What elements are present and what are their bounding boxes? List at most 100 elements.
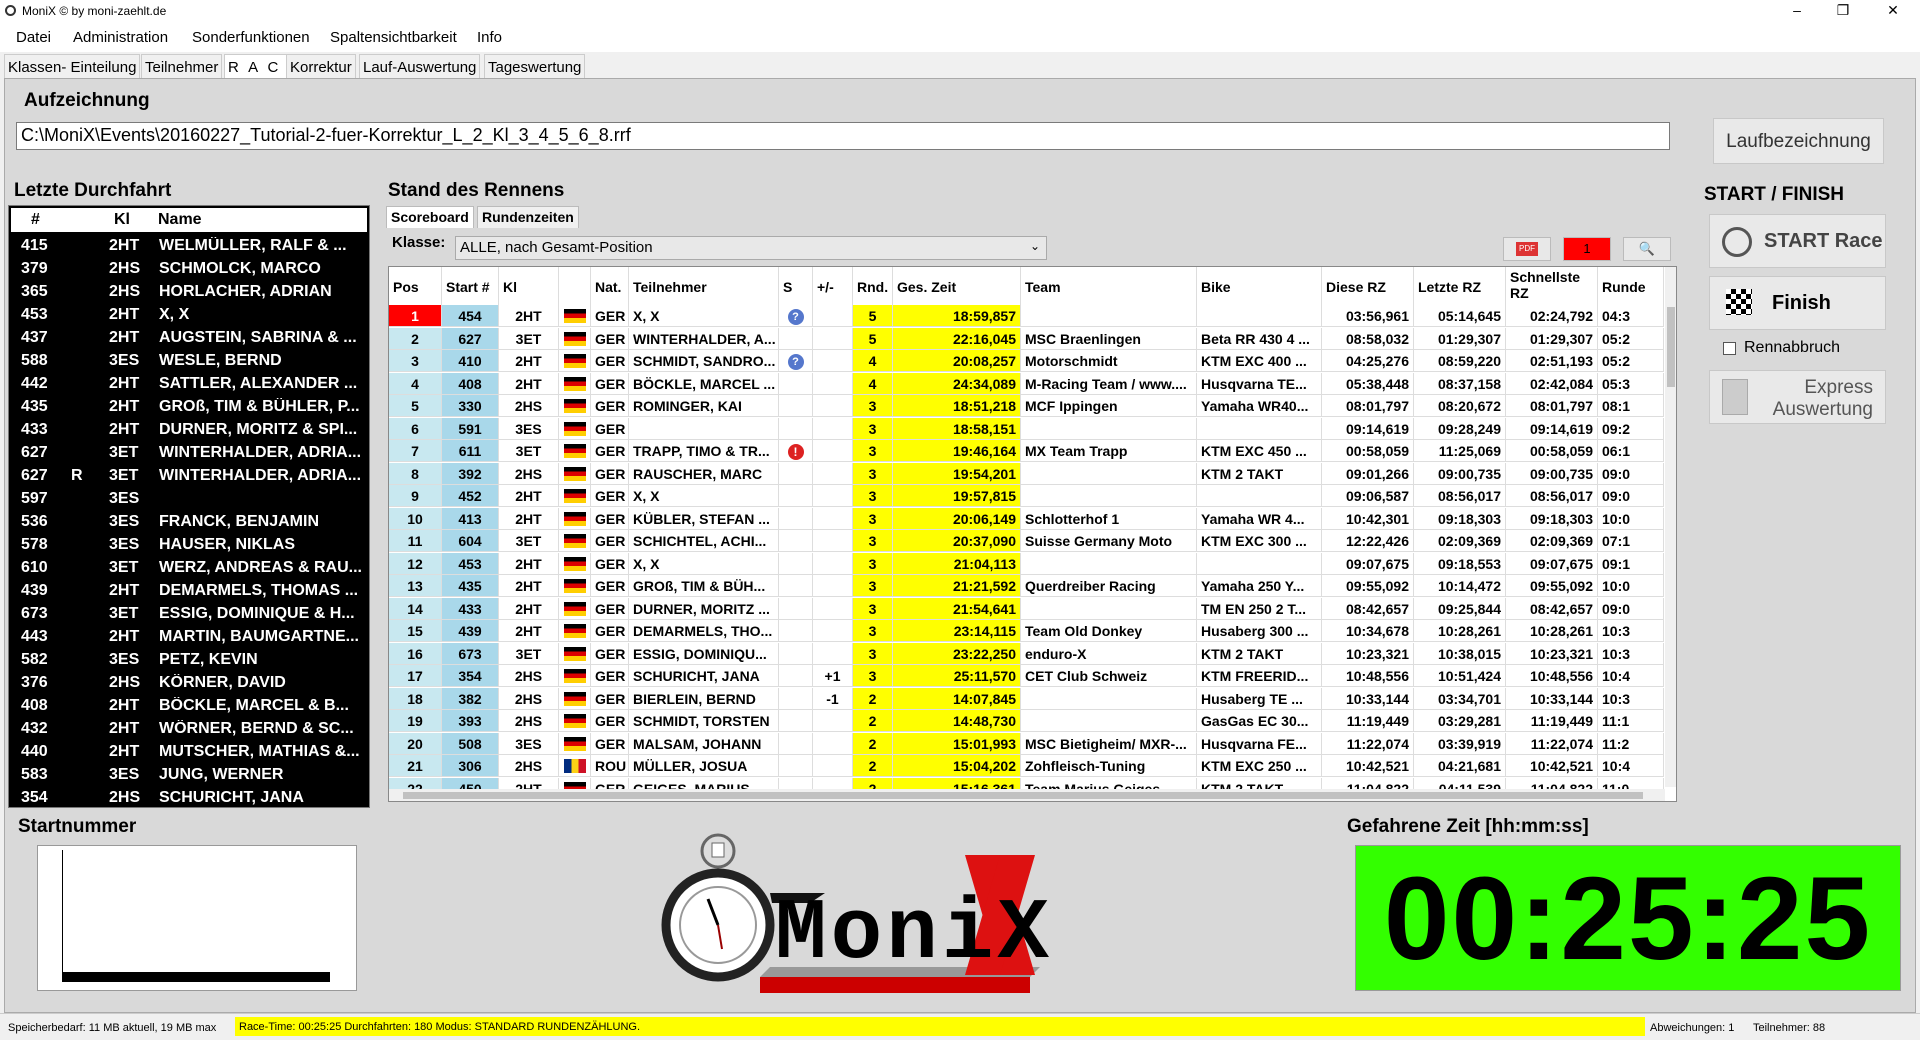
tab-tageswertung[interactable]: Tageswertung [484, 54, 586, 78]
tab-lauf-auswertung[interactable]: Lauf-Auswertung [359, 54, 481, 78]
last-passing-row[interactable]: 453 2HT X, X [9, 303, 369, 326]
last-passing-row[interactable]: 583 3ES JUNG, WERNER [9, 763, 369, 786]
menu-sonderfunktionen[interactable]: Sonderfunktionen [192, 29, 310, 46]
scoreboard-row[interactable]: 7 611 3ET GER TRAPP, TIMO & TR...! 3 19:46,164… [389, 440, 1664, 462]
scoreboard-table[interactable]: Pos Start # Kl Nat. Teilnehmer S +/- Rnd. Ges. Z… [388, 266, 1677, 802]
horizontal-scrollbar[interactable] [389, 789, 1665, 801]
rennabbruch-checkbox[interactable] [1723, 342, 1736, 355]
menu-info[interactable]: Info [477, 29, 502, 46]
header-bike[interactable]: Bike [1197, 267, 1322, 305]
header-gesamtzeit[interactable]: Ges. Zeit [893, 267, 1021, 305]
warning-icon[interactable]: ! [787, 444, 804, 461]
last-passing-row[interactable]: 588 3ES WESLE, BERND [9, 349, 369, 372]
scoreboard-row[interactable]: 8 392 2HS GER RAUSCHER, MARC 3 19:54,201 KTM 2 … [389, 462, 1664, 485]
scoreboard-row[interactable]: 6 591 3ES GER 3 18:58,151 09:14,619 09:28,249 09… [389, 417, 1664, 440]
header-runden[interactable]: Rnd. [853, 267, 893, 305]
laufbezeichnung-button[interactable]: Laufbezeichnung [1713, 118, 1884, 164]
last-passing-row[interactable]: 435 2HT GROß, TIM & BÜHLER, P... [9, 395, 369, 418]
last-passing-row[interactable]: 440 2HT MUTSCHER, MATHIAS &... [9, 740, 369, 763]
scoreboard-row[interactable]: 18 382 2HS GER BIERLEIN, BERND -1 2 14:07,845 Hu… [389, 687, 1664, 710]
scoreboard-row[interactable]: 15 439 2HT GER DEMARMELS, THO... 3 23:14,115 Te… [389, 620, 1664, 642]
last-passing-row[interactable]: 379 2HS SCHMOLCK, MARCO [9, 257, 369, 280]
cell-klasse: 3ET [499, 327, 559, 350]
last-passing-row[interactable]: 627 3ET WINTERHALDER, ADRIA... [9, 441, 369, 464]
last-passing-row[interactable]: 415 2HT WELMÜLLER, RALF & ... [9, 234, 369, 257]
scoreboard-row[interactable]: 9 452 2HT GER X, X 3 19:57,815 09:06,587 08:56,0… [389, 485, 1664, 507]
tab-klassen[interactable]: Klassen- Einteilung [4, 54, 141, 78]
last-passing-row[interactable]: 578 3ES HAUSER, NIKLAS [9, 533, 369, 556]
pdf-export-button[interactable]: PDF [1503, 237, 1551, 261]
header-teilnehmer[interactable]: Teilnehmer [629, 267, 779, 305]
finish-button[interactable]: Finish [1709, 276, 1886, 330]
menu-spaltensichtbarkeit[interactable]: Spaltensichtbarkeit [330, 29, 457, 46]
header-letzte-rz[interactable]: Letzte RZ [1414, 267, 1506, 305]
deviation-counter-button[interactable]: 1 [1563, 237, 1611, 261]
express-auswertung-button[interactable]: Express Auswertung [1709, 370, 1886, 424]
last-passing-row[interactable]: 597 3ES [9, 487, 369, 510]
scoreboard-row[interactable]: 17 354 2HS GER SCHURICHT, JANA +1 3 25:11,570 CE… [389, 665, 1664, 687]
start-race-button[interactable]: START Race [1709, 214, 1886, 268]
last-passing-row[interactable]: 408 2HT BÖCKLE, MARCEL & B... [9, 694, 369, 717]
last-passing-row[interactable]: 582 3ES PETZ, KEVIN [9, 648, 369, 671]
last-passings-list[interactable]: # Kl Name 415 2HT WELMÜLLER, RALF & ... 379… [8, 205, 370, 808]
last-passing-row[interactable]: 432 2HT WÖRNER, BERND & SC... [9, 717, 369, 740]
header-plusminus[interactable]: +/- [813, 267, 853, 305]
close-button[interactable]: ✕ [1870, 0, 1916, 22]
last-passing-row[interactable]: 437 2HT AUGSTEIN, SABRINA & ... [9, 326, 369, 349]
maximize-button[interactable]: ❐ [1820, 0, 1866, 22]
header-nat[interactable]: Nat. [591, 267, 629, 305]
search-button[interactable]: 🔍 [1623, 237, 1671, 261]
startnummer-input[interactable] [37, 845, 357, 991]
header-team[interactable]: Team [1021, 267, 1197, 305]
header-start-nr[interactable]: Start # [442, 267, 499, 305]
header-flag[interactable] [559, 267, 591, 305]
info-icon[interactable]: ? [787, 354, 804, 371]
klasse-select[interactable]: ALLE, nach Gesamt-Position ⌄ [455, 236, 1047, 260]
scoreboard-row[interactable]: 16 673 3ET GER ESSIG, DOMINIQU... 3 23:22,250 e… [389, 642, 1664, 665]
last-passing-row[interactable]: 354 2HS SCHURICHT, JANA [9, 786, 369, 807]
tab-korrektur[interactable]: Korrektur [286, 54, 356, 78]
scoreboard-row[interactable]: 20 508 3ES GER MALSAM, JOHANN 2 15:01,993 MSC B… [389, 732, 1664, 755]
tab-teilnehmer[interactable]: Teilnehmer [141, 54, 223, 78]
scoreboard-row[interactable]: 4 408 2HT GER BÖCKLE, MARCEL ... 4 24:34,089 M-… [389, 372, 1664, 395]
header-schnellste-rz[interactable]: Schnellste RZ [1506, 267, 1598, 305]
row-name: ESSIG, DOMINIQUE & H... [159, 605, 355, 622]
scoreboard-row[interactable]: 13 435 2HT GER GROß, TIM & BÜH... 3 21:21,592 Q… [389, 575, 1664, 597]
last-passing-row[interactable]: 673 3ET ESSIG, DOMINIQUE & H... [9, 602, 369, 625]
last-passing-row[interactable]: 536 3ES FRANCK, BENJAMIN [9, 510, 369, 533]
subtab-scoreboard[interactable]: Scoreboard [386, 206, 474, 228]
vertical-scrollbar[interactable] [1665, 267, 1676, 787]
scoreboard-row[interactable]: 2 627 3ET GER WINTERHALDER, A... 5 22:16,045 MS… [389, 327, 1664, 350]
menu-administration[interactable]: Administration [73, 29, 168, 46]
last-passing-row[interactable]: 439 2HT DEMARMELS, THOMAS ... [9, 579, 369, 602]
scoreboard-row[interactable]: 12 453 2HT GER X, X 3 21:04,113 09:07,675 09:18,… [389, 552, 1664, 575]
last-passing-row[interactable]: 610 3ET WERZ, ANDREAS & RAU... [9, 556, 369, 579]
scoreboard-row[interactable]: 10 413 2HT GER KÜBLER, STEFAN ... 3 20:06,149 S… [389, 507, 1664, 530]
scoreboard-row[interactable]: 3 410 2HT GER SCHMIDT, SANDRO...? 4 20:08,257 M… [389, 350, 1664, 372]
header-pos[interactable]: Pos [389, 267, 442, 305]
subtab-rundenzeiten[interactable]: Rundenzeiten [477, 206, 579, 228]
scoreboard-row[interactable]: 21 306 2HS ROU MÜLLER, JOSUA 2 15:04,202 Zohfle… [389, 755, 1664, 777]
info-icon[interactable]: ? [787, 309, 804, 326]
scoreboard-row[interactable]: 11 604 3ET GER SCHICHTEL, ACHI... 3 20:37,090 S… [389, 530, 1664, 552]
recording-path-input[interactable]: C:\MoniX\Events\20160227_Tutorial-2-fuer… [16, 122, 1670, 150]
last-passing-row[interactable]: 376 2HS KÖRNER, DAVID [9, 671, 369, 694]
last-passing-row[interactable]: 627 R 3ET WINTERHALDER, ADRIA... [9, 464, 369, 487]
last-passing-row[interactable]: 433 2HT DURNER, MORITZ & SPI... [9, 418, 369, 441]
last-passing-row[interactable]: 365 2HS HORLACHER, ADRIAN [9, 280, 369, 303]
menu-datei[interactable]: Datei [16, 29, 51, 46]
cell-flag [559, 485, 591, 507]
header-diese-rz[interactable]: Diese RZ [1322, 267, 1414, 305]
scoreboard-row[interactable]: 19 393 2HS GER SCHMIDT, TORSTEN 2 14:48,730 Gas… [389, 710, 1664, 732]
header-runde[interactable]: Runde [1598, 267, 1664, 305]
scoreboard-row[interactable]: 14 433 2HT GER DURNER, MORITZ ... 3 21:54,641 T… [389, 597, 1664, 620]
header-klasse[interactable]: Kl [499, 267, 559, 305]
scoreboard-row[interactable]: 1 454 2HT GER X, X? 5 18:59,857 03:56,961 05:14,… [389, 305, 1664, 327]
cell-bike: Beta RR 430 4 ... [1197, 327, 1322, 350]
last-passing-row[interactable]: 443 2HT MARTIN, BAUMGARTNE... [9, 625, 369, 648]
last-passing-row[interactable]: 442 2HT SATTLER, ALEXANDER ... [9, 372, 369, 395]
scoreboard-row[interactable]: 5 330 2HS GER ROMINGER, KAI 3 18:51,218 MCF Ipp… [389, 395, 1664, 417]
minimize-button[interactable]: – [1774, 0, 1820, 22]
cell-bike: KTM FREERID... [1197, 665, 1322, 687]
header-status[interactable]: S [779, 267, 813, 305]
